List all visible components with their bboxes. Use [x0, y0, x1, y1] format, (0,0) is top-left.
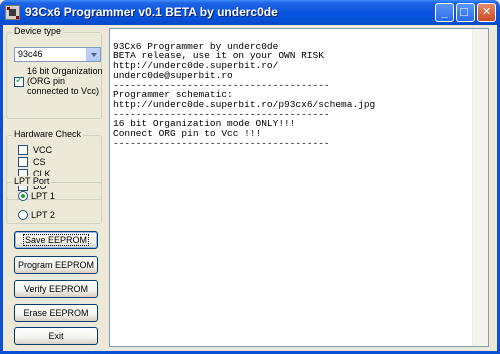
- title-bar[interactable]: 93Cx6 Programmer v0.1 BETA by underc0de …: [0, 0, 500, 25]
- verify-eeprom-button[interactable]: Verify EEPROM: [14, 280, 98, 298]
- device-type-group: Device type 93c46 16 bit Organization (O…: [6, 26, 103, 119]
- save-eeprom-label: Save EEPROM: [22, 234, 90, 246]
- org-label-line-3: connected to Vcc): [27, 86, 100, 96]
- lpt-port-label: LPT Port: [12, 176, 52, 186]
- org-label-line-1: 16 bit Organization: [27, 66, 103, 76]
- lpt-port-group: LPT Port LPT 1 LPT 2: [6, 176, 102, 224]
- org-label-line-2: (ORG pin: [27, 76, 66, 86]
- maximize-button[interactable]: □: [456, 3, 475, 22]
- org-checkbox[interactable]: [14, 75, 24, 87]
- log-textarea[interactable]: 93Cx6 Programmer by underc0de BETA releas…: [109, 28, 489, 347]
- lpt1-label: LPT 1: [31, 191, 55, 201]
- minimize-button[interactable]: _: [435, 3, 454, 22]
- client-area: Device type 93c46 16 bit Organization (O…: [3, 25, 497, 351]
- exit-label: Exit: [48, 331, 64, 341]
- minimize-icon: _: [441, 5, 448, 19]
- vertical-scrollbar[interactable]: [472, 29, 488, 346]
- hardware-check-label: Hardware Check: [12, 129, 84, 139]
- device-type-select[interactable]: 93c46: [14, 47, 101, 62]
- cs-checkbox[interactable]: [18, 157, 28, 167]
- program-eeprom-button[interactable]: Program EEPROM: [14, 256, 98, 274]
- erase-eeprom-button[interactable]: Erase EEPROM: [14, 304, 98, 322]
- verify-eeprom-label: Verify EEPROM: [23, 284, 88, 294]
- log-line: --------------------------------------: [113, 137, 330, 149]
- maximize-icon: □: [460, 4, 468, 19]
- cs-label: CS: [33, 157, 46, 167]
- close-icon: ✕: [482, 6, 492, 18]
- save-eeprom-button[interactable]: Save EEPROM: [14, 231, 98, 249]
- lpt2-label: LPT 2: [31, 210, 55, 220]
- vcc-label: VCC: [33, 145, 53, 155]
- lpt1-radio[interactable]: [18, 191, 28, 201]
- device-type-value: 93c46: [18, 49, 43, 59]
- device-type-label: Device type: [12, 26, 64, 36]
- close-button[interactable]: ✕: [477, 3, 496, 22]
- exit-button[interactable]: Exit: [14, 327, 98, 345]
- chevron-down-icon[interactable]: [86, 48, 100, 61]
- vcc-checkbox[interactable]: [18, 145, 28, 155]
- app-window: 93Cx6 Programmer v0.1 BETA by underc0de …: [0, 0, 500, 354]
- lpt2-radio[interactable]: [18, 210, 28, 220]
- erase-eeprom-label: Erase EEPROM: [23, 308, 89, 318]
- window-title: 93Cx6 Programmer v0.1 BETA by underc0de: [25, 5, 278, 19]
- chip-icon[interactable]: [5, 5, 20, 20]
- program-eeprom-label: Program EEPROM: [17, 260, 95, 270]
- org-label: 16 bit Organization (ORG pin connected t…: [27, 66, 103, 96]
